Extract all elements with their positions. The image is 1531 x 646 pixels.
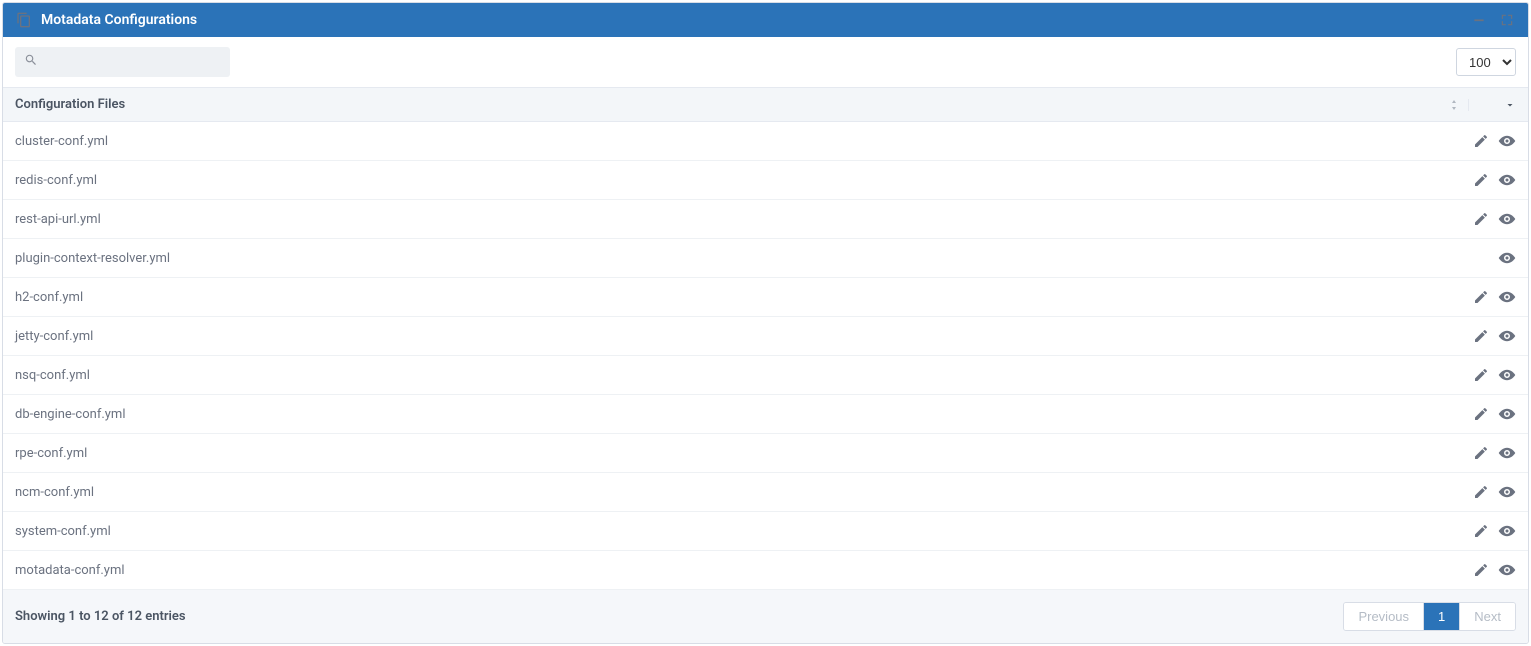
edit-icon[interactable] [1472, 483, 1490, 501]
edit-icon[interactable] [1472, 132, 1490, 150]
edit-icon[interactable] [1472, 561, 1490, 579]
table-row: h2-conf.yml [3, 278, 1528, 317]
table-footer: Showing 1 to 12 of 12 entries Previous 1… [3, 590, 1528, 643]
table-row: redis-conf.yml [3, 161, 1528, 200]
config-file-name: db-engine-conf.yml [15, 407, 1472, 422]
view-icon[interactable] [1498, 327, 1516, 345]
config-file-name: cluster-conf.yml [15, 134, 1472, 149]
edit-icon[interactable] [1472, 210, 1490, 228]
view-icon[interactable] [1498, 171, 1516, 189]
entries-status: Showing 1 to 12 of 12 entries [15, 609, 1343, 624]
table-row: rpe-conf.yml [3, 434, 1528, 473]
view-icon[interactable] [1498, 522, 1516, 540]
panel-title: Motadata Configurations [41, 12, 197, 28]
view-icon[interactable] [1498, 561, 1516, 579]
view-icon[interactable] [1498, 210, 1516, 228]
table-row: jetty-conf.yml [3, 317, 1528, 356]
config-file-name: jetty-conf.yml [15, 329, 1472, 344]
config-file-name: system-conf.yml [15, 524, 1472, 539]
row-actions [1472, 444, 1516, 462]
toolbar: 100 [3, 37, 1528, 88]
row-actions [1472, 483, 1516, 501]
view-icon[interactable] [1498, 444, 1516, 462]
config-file-name: ncm-conf.yml [15, 485, 1472, 500]
edit-icon[interactable] [1472, 444, 1490, 462]
expand-button[interactable] [1498, 11, 1516, 29]
motadata-config-panel: Motadata Configurations 100 Configuratio… [2, 2, 1529, 644]
row-actions [1472, 405, 1516, 423]
sort-button[interactable] [1440, 99, 1468, 111]
minimize-button[interactable] [1470, 11, 1488, 29]
config-file-name: h2-conf.yml [15, 290, 1472, 305]
search-icon [24, 53, 38, 71]
row-actions [1472, 210, 1516, 228]
panel-title-wrap: Motadata Configurations [15, 11, 1470, 29]
page-1-button[interactable]: 1 [1423, 603, 1459, 630]
pager: Previous 1 Next [1343, 602, 1516, 631]
column-menu-button[interactable] [1468, 99, 1516, 111]
rows-container: cluster-conf.yml redis-conf.yml rest-api-u… [3, 122, 1528, 590]
config-file-name: redis-conf.yml [15, 173, 1472, 188]
table-row: cluster-conf.yml [3, 122, 1528, 161]
copy-icon [15, 11, 33, 29]
view-icon[interactable] [1498, 288, 1516, 306]
view-icon[interactable] [1498, 132, 1516, 150]
view-icon[interactable] [1498, 405, 1516, 423]
window-actions [1470, 11, 1516, 29]
table-header: Configuration Files [3, 88, 1528, 122]
panel-header: Motadata Configurations [3, 3, 1528, 37]
column-header: Configuration Files [15, 97, 1440, 112]
view-icon[interactable] [1498, 249, 1516, 267]
edit-icon[interactable] [1472, 327, 1490, 345]
next-page-button[interactable]: Next [1459, 603, 1515, 630]
row-actions [1472, 132, 1516, 150]
edit-icon[interactable] [1472, 288, 1490, 306]
row-actions [1472, 366, 1516, 384]
row-actions [1472, 522, 1516, 540]
config-file-name: plugin-context-resolver.yml [15, 251, 1498, 266]
search-input[interactable] [15, 47, 230, 77]
row-actions [1472, 327, 1516, 345]
table-row: system-conf.yml [3, 512, 1528, 551]
table-row: ncm-conf.yml [3, 473, 1528, 512]
table-row: plugin-context-resolver.yml [3, 239, 1528, 278]
edit-icon[interactable] [1472, 171, 1490, 189]
config-file-name: nsq-conf.yml [15, 368, 1472, 383]
table-row: db-engine-conf.yml [3, 395, 1528, 434]
row-actions [1472, 561, 1516, 579]
page-size-select[interactable]: 100 [1456, 48, 1516, 76]
edit-icon[interactable] [1472, 366, 1490, 384]
edit-icon[interactable] [1472, 522, 1490, 540]
row-actions [1472, 288, 1516, 306]
row-actions [1472, 171, 1516, 189]
table-row: rest-api-url.yml [3, 200, 1528, 239]
prev-page-button[interactable]: Previous [1344, 603, 1423, 630]
config-file-name: motadata-conf.yml [15, 563, 1472, 578]
view-icon[interactable] [1498, 483, 1516, 501]
search-box [15, 47, 230, 77]
config-file-name: rpe-conf.yml [15, 446, 1472, 461]
config-file-name: rest-api-url.yml [15, 212, 1472, 227]
edit-icon[interactable] [1472, 405, 1490, 423]
row-actions [1498, 249, 1516, 267]
table-row: nsq-conf.yml [3, 356, 1528, 395]
table-row: motadata-conf.yml [3, 551, 1528, 590]
view-icon[interactable] [1498, 366, 1516, 384]
